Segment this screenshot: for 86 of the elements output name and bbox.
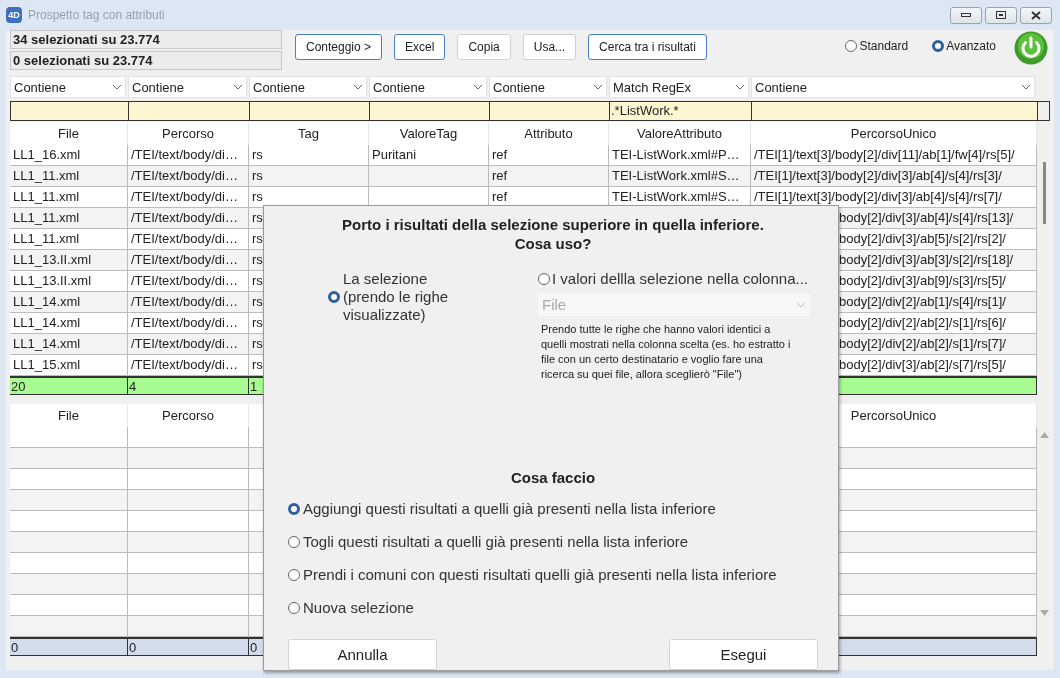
filter-field[interactable] bbox=[370, 102, 490, 120]
table-cell: /TEI[1]/text[3]/body[2]/div[3]/ab[4]/s[4]/rs[7]/ bbox=[751, 187, 1037, 208]
app-logo: 4D bbox=[6, 7, 22, 23]
scrollbar-thumb[interactable] bbox=[1043, 162, 1046, 224]
action-radio[interactable]: Nuova selezione bbox=[288, 599, 818, 616]
maximize-button[interactable] bbox=[985, 6, 1017, 24]
minimize-button[interactable] bbox=[950, 6, 982, 24]
caret-icon bbox=[735, 84, 745, 90]
table-cell: TEI-ListWork.xml#S… bbox=[609, 166, 751, 187]
caret-icon bbox=[233, 84, 243, 90]
toolbar-button[interactable]: Excel bbox=[394, 34, 446, 60]
table-cell: /TEI[1]/text[3]/body[2]/div[11]/ab[1]/fw[4]/rs[5]/ bbox=[751, 145, 1037, 166]
filter-field[interactable] bbox=[752, 102, 1038, 120]
table-cell: /TEI/text/body/di… bbox=[128, 145, 249, 166]
table-cell: LL1_13.II.xml bbox=[10, 271, 128, 292]
caret-icon bbox=[796, 301, 806, 308]
table-cell: ref bbox=[489, 145, 609, 166]
table-cell: /TEI/text/body/di… bbox=[128, 271, 249, 292]
operator-dropdown[interactable]: Contiene bbox=[369, 76, 487, 98]
filter-field[interactable] bbox=[490, 102, 610, 120]
table-cell: LL1_14.xml bbox=[10, 292, 128, 313]
table-cell: /TEI/text/body/di… bbox=[128, 313, 249, 334]
total-cell: 0 bbox=[10, 637, 128, 656]
total-cell: 20 bbox=[10, 376, 128, 395]
total-cell: 4 bbox=[128, 376, 249, 395]
table-cell: TEI-ListWork.xml#P… bbox=[609, 145, 751, 166]
table-cell: LL1_11.xml bbox=[10, 166, 128, 187]
scroll-down-icon[interactable] bbox=[1040, 610, 1049, 616]
toolbar-button[interactable]: Cerca tra i risultati bbox=[588, 34, 707, 60]
caret-icon bbox=[1021, 84, 1031, 90]
table-cell: LL1_14.xml bbox=[10, 313, 128, 334]
table-cell: /TEI/text/body/di… bbox=[128, 208, 249, 229]
table-cell: LL1_11.xml bbox=[10, 229, 128, 250]
power-button[interactable] bbox=[1014, 31, 1048, 65]
filter-field[interactable] bbox=[129, 102, 250, 120]
mode-radio[interactable]: Standard bbox=[845, 39, 909, 53]
table-cell: /TEI/text/body/di… bbox=[128, 292, 249, 313]
table-cell: /TEI/text/body/di… bbox=[128, 355, 249, 376]
filter-field[interactable]: .*ListWork.* bbox=[610, 102, 752, 120]
scroll-up-icon[interactable] bbox=[1040, 432, 1049, 438]
filter-field[interactable] bbox=[250, 102, 370, 120]
caret-icon bbox=[593, 84, 603, 90]
filter-field[interactable] bbox=[11, 102, 129, 120]
minimize-icon bbox=[961, 13, 971, 17]
maximize-icon bbox=[996, 11, 1006, 19]
table-cell: LL1_15.xml bbox=[10, 355, 128, 376]
table-cell: LL1_16.xml bbox=[10, 145, 128, 166]
dialog-button[interactable]: Annulla bbox=[288, 639, 437, 670]
table-cell: /TEI/text/body/di… bbox=[128, 334, 249, 355]
table-cell: ref bbox=[489, 166, 609, 187]
table-cell: LL1_14.xml bbox=[10, 334, 128, 355]
action-radio[interactable]: Prendi i comuni con questi risultati quelli già presenti nella lista inferiore bbox=[288, 566, 818, 583]
close-icon bbox=[1031, 10, 1041, 20]
table-cell: Puritani bbox=[369, 145, 489, 166]
table-cell: LL1_11.xml bbox=[10, 187, 128, 208]
action-radio[interactable]: Togli questi risultati a quelli già presenti nella lista inferiore bbox=[288, 533, 818, 550]
operator-dropdown[interactable]: Contiene bbox=[10, 76, 126, 98]
caret-icon bbox=[353, 84, 363, 90]
table-cell: LL1_13.II.xml bbox=[10, 250, 128, 271]
total-cell: 0 bbox=[128, 637, 249, 656]
operator-dropdown[interactable]: Contiene bbox=[751, 76, 1035, 98]
selection-counter: 0 selezionati su 23.774 bbox=[10, 51, 282, 70]
table-cell: rs bbox=[249, 145, 369, 166]
operator-dropdown[interactable]: Contiene bbox=[128, 76, 247, 98]
dialog-button[interactable]: Esegui bbox=[669, 639, 818, 670]
operator-dropdown[interactable]: Contiene bbox=[249, 76, 367, 98]
caret-icon bbox=[473, 84, 483, 90]
close-button[interactable] bbox=[1020, 6, 1052, 24]
action-radio[interactable]: Aggiungi questi risultati a quelli già presenti nella lista inferiore bbox=[288, 500, 818, 517]
table-cell: LL1_11.xml bbox=[10, 208, 128, 229]
table-cell: /TEI/text/body/di… bbox=[128, 166, 249, 187]
table-cell: rs bbox=[249, 166, 369, 187]
table-cell: /TEI/text/body/di… bbox=[128, 250, 249, 271]
selection-counter: 34 selezionati su 23.774 bbox=[10, 30, 282, 49]
caret-icon bbox=[112, 84, 122, 90]
window-title: Prospetto tag con attributi bbox=[28, 8, 165, 22]
operator-dropdown[interactable]: Match RegEx bbox=[609, 76, 749, 98]
table-cell: /TEI/text/body/di… bbox=[128, 187, 249, 208]
operator-dropdown[interactable]: Contiene bbox=[489, 76, 607, 98]
table-cell: /TEI/text/body/di… bbox=[128, 229, 249, 250]
toolbar-button[interactable]: Conteggio > bbox=[295, 34, 383, 60]
toolbar-button[interactable]: Usa... bbox=[522, 34, 577, 60]
mode-radio[interactable]: Avanzato bbox=[932, 39, 996, 53]
section-heading: Cosa faccio bbox=[509, 469, 597, 486]
table-cell: /TEI[1]/text[3]/body[2]/div[3]/ab[4]/s[4]/rs[3]/ bbox=[751, 166, 1037, 187]
toolbar-button[interactable]: Copia bbox=[457, 34, 511, 60]
